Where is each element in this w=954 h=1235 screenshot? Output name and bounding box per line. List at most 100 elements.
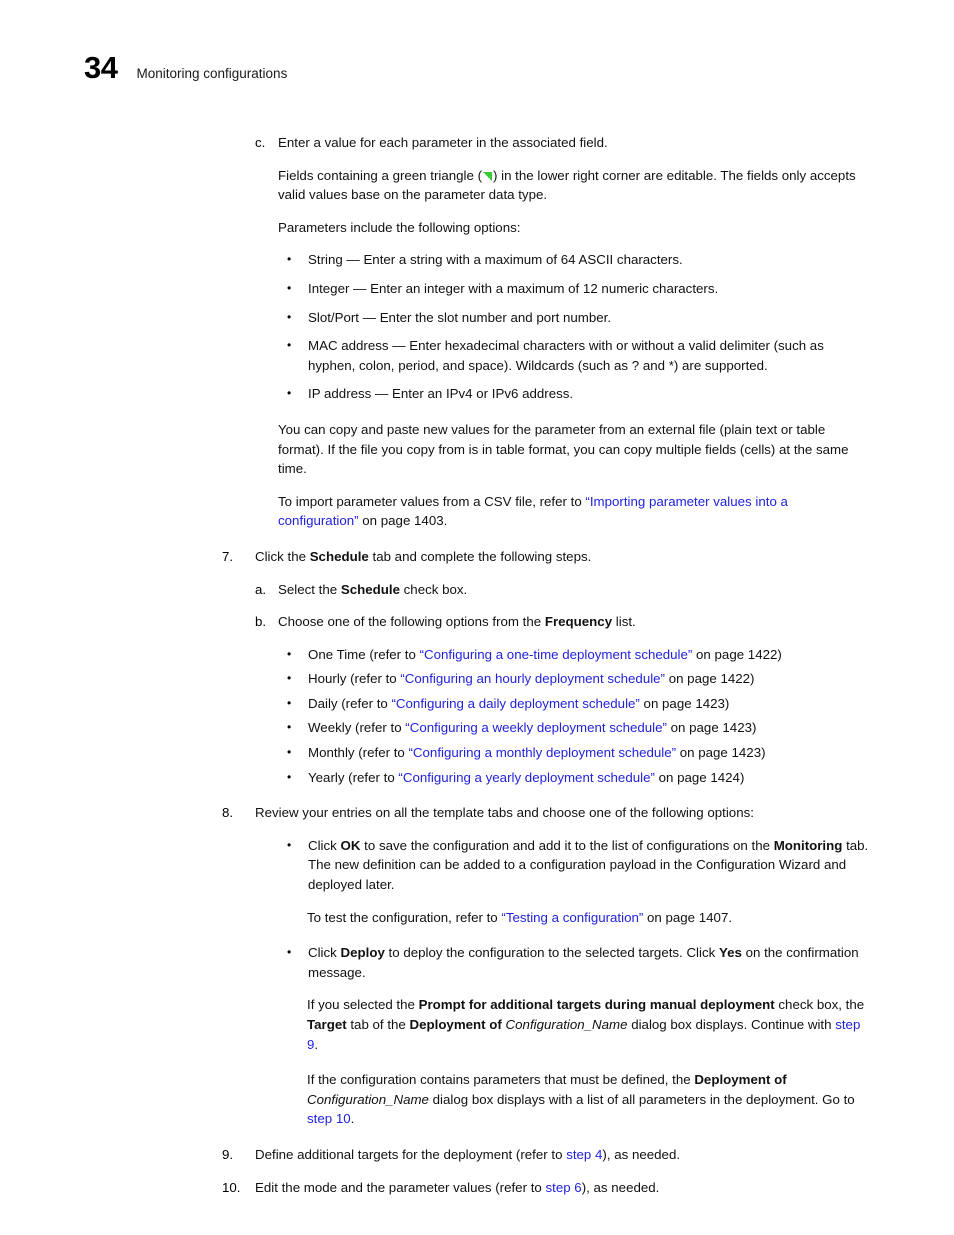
list-item-step-7b: b. Choose one of the following options f…: [255, 612, 954, 632]
list-item-param-string: • String — Enter a string with a maximum…: [287, 250, 954, 270]
bold-monitoring-tab: Monitoring: [773, 837, 843, 853]
step-marker: 10.: [222, 1179, 241, 1195]
step10-text-after: ), as needed.: [581, 1179, 660, 1195]
step7-text-before: Click the: [255, 548, 310, 564]
bullet-text: Click OK to save the configuration and a…: [308, 836, 870, 895]
header-title: Monitoring configurations: [136, 66, 288, 81]
link-step-6[interactable]: step 6: [545, 1180, 581, 1195]
bullet-text: Click Deploy to deploy the configuration…: [308, 943, 870, 982]
param-term: Slot/Port: [308, 309, 359, 325]
param-dash: —: [342, 252, 364, 268]
bullet-glyph: •: [287, 280, 292, 295]
step-marker: 7.: [222, 548, 234, 564]
bold-deployment-of: Deployment of: [409, 1017, 502, 1032]
bullet-glyph: •: [287, 646, 292, 661]
bullet-text: Weekly (refer to “Configuring a weekly d…: [308, 718, 870, 738]
list-item-click-ok: • Click OK to save the configuration and…: [287, 836, 954, 895]
bullet-glyph: •: [287, 769, 292, 784]
freq-text-after: on page 1422): [692, 646, 782, 662]
list-item-frequency-hourly: • Hourly (refer to “Configuring an hourl…: [287, 669, 954, 689]
prompt-text-mid3: dialog box displays. Continue with: [627, 1017, 836, 1032]
step7b-text-after: list.: [612, 614, 636, 630]
page-header: 34 Monitoring configurations: [84, 52, 287, 83]
paragraph-options-intro: Parameters include the following options…: [278, 219, 521, 235]
prompt-text-mid1: check box, the: [774, 997, 865, 1013]
bold-deploy-button: Deploy: [340, 945, 385, 961]
deploy-text-before: Click: [308, 945, 341, 961]
freq-text-before: Monthly (refer to: [308, 745, 409, 761]
bullet-glyph: •: [287, 309, 292, 324]
list-item-step-9: 9. Define additional targets for the dep…: [222, 1145, 954, 1165]
bullet-glyph: •: [287, 338, 292, 353]
page-number: 34: [84, 50, 118, 85]
bullet-text: Integer — Enter an integer with a maximu…: [308, 279, 870, 299]
freq-text-before: Weekly (refer to: [308, 720, 406, 736]
link-yearly-schedule[interactable]: “Configuring a yearly deployment schedul…: [398, 770, 654, 785]
bullet-glyph: •: [287, 945, 292, 960]
bold-deployment-of: Deployment of: [694, 1072, 787, 1088]
test-text-before: To test the configuration, refer to: [307, 909, 502, 925]
paragraph-prompt-additional-targets: If you selected the Prompt for additiona…: [307, 995, 870, 1054]
prompt-text-after: .: [314, 1036, 319, 1052]
list-item-param-mac-address: • MAC address — Enter hexadecimal charac…: [287, 336, 954, 375]
editable-text-before: Fields containing a green triangle (: [278, 167, 483, 183]
bullet-glyph: •: [287, 252, 292, 267]
deploy-text-mid: to deploy the configuration to the selec…: [384, 945, 719, 961]
list-item-frequency-one-time: • One Time (refer to “Configuring a one-…: [287, 645, 954, 665]
link-weekly-schedule[interactable]: “Configuring a weekly deployment schedul…: [405, 720, 667, 735]
list-item-step-7: 7. Click the Schedule tab and complete t…: [222, 547, 954, 567]
param-dash: —: [371, 386, 393, 402]
step7-text-after: tab and complete the following steps.: [368, 548, 592, 564]
freq-text-after: on page 1423): [676, 745, 766, 761]
link-monthly-schedule[interactable]: “Configuring a monthly deployment schedu…: [409, 745, 677, 760]
param-desc: Enter the slot number and port number.: [379, 309, 612, 325]
step-text: Choose one of the following options from…: [278, 612, 891, 632]
freq-text-after: on page 1424): [654, 769, 745, 785]
bullet-text: Daily (refer to “Configuring a daily dep…: [308, 694, 870, 714]
step7b-text-before: Choose one of the following options from…: [278, 614, 545, 630]
bullet-text: IP address — Enter an IPv4 or IPv6 addre…: [308, 384, 870, 404]
step10-text-before: Edit the mode and the parameter values (…: [255, 1179, 546, 1195]
document-content: c. Enter a value for each parameter in t…: [0, 133, 954, 1197]
bullet-glyph: •: [287, 695, 292, 710]
link-one-time-schedule[interactable]: “Configuring a one-time deployment sched…: [420, 647, 693, 662]
bullet-glyph: •: [287, 720, 292, 735]
step-marker: b.: [255, 614, 267, 630]
freq-text-after: on page 1423): [639, 695, 730, 711]
link-step-10[interactable]: step 10: [307, 1111, 351, 1126]
bullet-glyph: •: [287, 837, 292, 852]
list-item-frequency-monthly: • Monthly (refer to “Configuring a month…: [287, 743, 954, 763]
link-testing-a-configuration[interactable]: “Testing a configuration”: [501, 910, 643, 925]
step7b-bold-frequency: Frequency: [544, 614, 613, 630]
link-hourly-schedule[interactable]: “Configuring an hourly deployment schedu…: [400, 671, 665, 686]
step-text: Define additional targets for the deploy…: [255, 1145, 901, 1165]
test-text-after: on page 1407.: [643, 909, 733, 925]
bullet-glyph: •: [287, 745, 292, 760]
bullet-glyph: •: [287, 671, 292, 686]
step-marker: 9.: [222, 1146, 234, 1162]
list-item-step-7a: a. Select the Schedule check box.: [255, 580, 954, 600]
green-triangle-icon: [483, 171, 493, 181]
params-text-mid: dialog box displays with a list of all p…: [428, 1091, 855, 1107]
freq-text-after: on page 1423): [666, 720, 757, 736]
freq-text-before: Hourly (refer to: [308, 671, 401, 687]
bullet-text: Slot/Port — Enter the slot number and po…: [308, 308, 870, 328]
bold-prompt-checkbox: Prompt for additional targets during man…: [418, 997, 775, 1013]
link-daily-schedule[interactable]: “Configuring a daily deployment schedule…: [392, 696, 640, 711]
step-text: Edit the mode and the parameter values (…: [255, 1178, 901, 1198]
list-item-frequency-daily: • Daily (refer to “Configuring a daily d…: [287, 694, 954, 714]
params-text-after: .: [350, 1111, 355, 1127]
step9-text-after: ), as needed.: [602, 1146, 681, 1162]
csv-text-after: on page 1403.: [358, 513, 448, 529]
bullet-text: Monthly (refer to “Configuring a monthly…: [308, 743, 870, 763]
bullet-text: String — Enter a string with a maximum o…: [308, 250, 870, 270]
freq-text-before: Yearly (refer to: [308, 769, 399, 785]
step-text: Enter a value for each parameter in the …: [278, 135, 608, 150]
ok-text-before: Click: [308, 837, 341, 853]
ok-text-mid: to save the configuration and add it to …: [360, 837, 774, 853]
paragraph-editable-fields: Fields containing a green triangle () in…: [278, 166, 870, 205]
param-dash: —: [359, 309, 380, 325]
link-step-4[interactable]: step 4: [566, 1147, 602, 1162]
list-item-frequency-weekly: • Weekly (refer to “Configuring a weekly…: [287, 718, 954, 738]
step7a-text-after: check box.: [399, 581, 468, 597]
